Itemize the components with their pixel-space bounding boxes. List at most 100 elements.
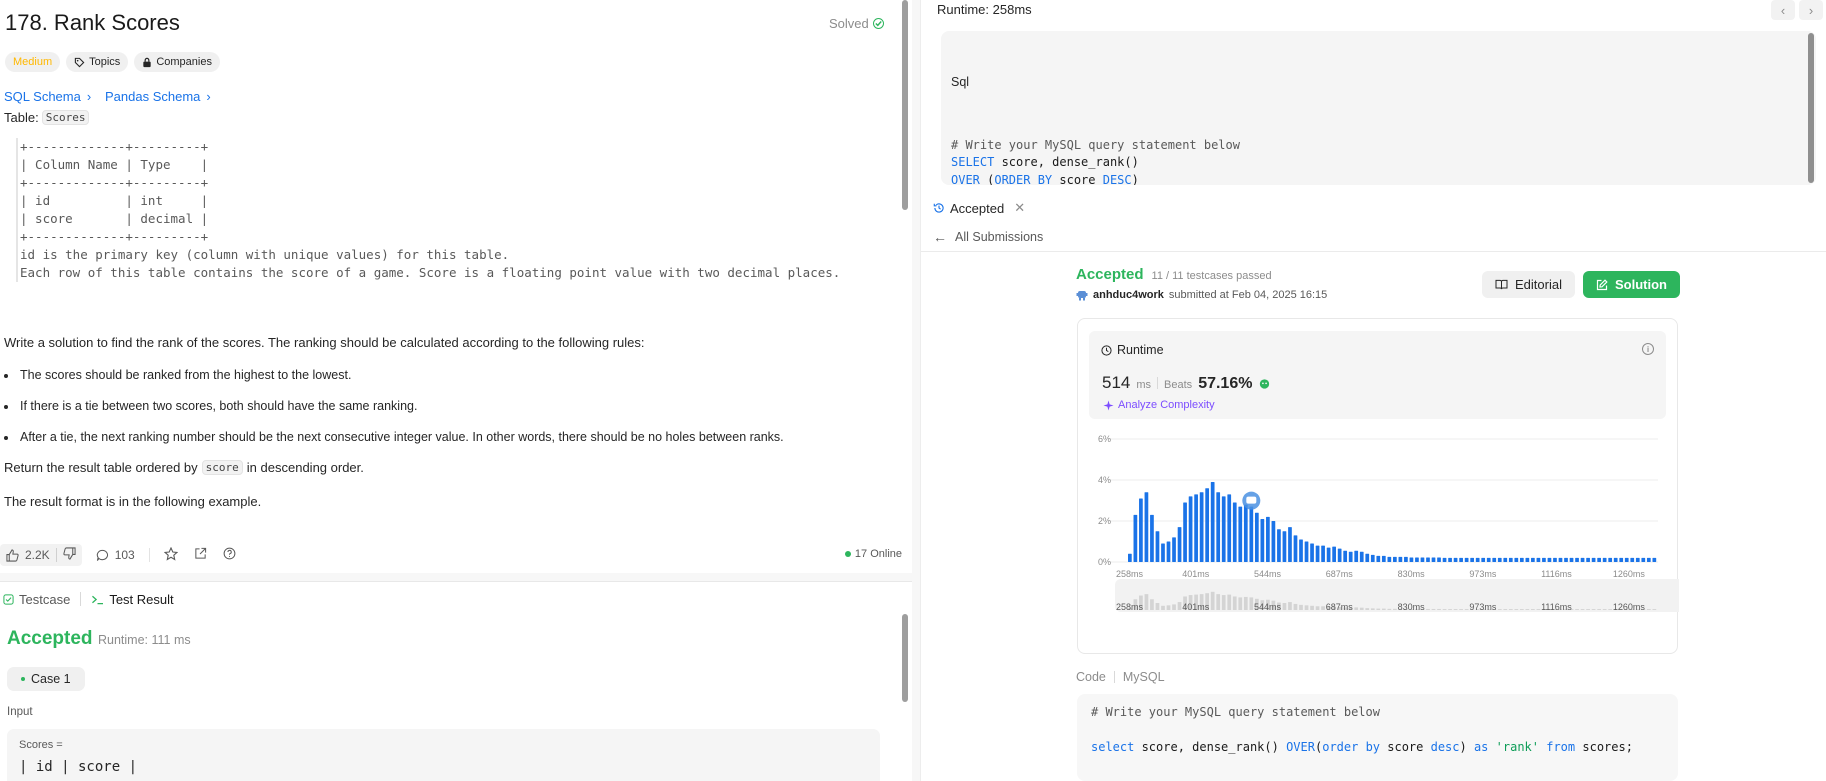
tab-testcase-label: Testcase <box>19 591 71 607</box>
navigator-bar <box>1608 609 1613 610</box>
favorite-button[interactable] <box>163 546 179 564</box>
runtime-summary[interactable]: Runtime i 514 ms Beats 57.16% Analyze Co… <box>1089 331 1666 419</box>
chart-bar <box>1426 557 1430 562</box>
info-icon[interactable]: i <box>1642 343 1654 355</box>
chart-bar <box>1553 557 1557 562</box>
solution-label: Solution <box>1615 277 1667 292</box>
history-icon <box>933 203 944 213</box>
code-token: desc <box>1430 739 1460 754</box>
navigator-bar <box>1243 596 1248 610</box>
code-token: from <box>1546 739 1576 754</box>
submission-code-block: # Write your MySQL query statement below… <box>1077 694 1678 781</box>
chart-bar <box>1271 521 1276 562</box>
editor-scrollbar[interactable] <box>1808 33 1814 183</box>
chart-bar <box>1558 557 1563 562</box>
schema-code-block: +-------------+---------+ | Column Name |… <box>16 138 840 282</box>
chart-bar <box>1613 557 1618 562</box>
code-token: # Write your MySQL query statement below <box>951 137 1240 152</box>
prev-button[interactable]: ‹ <box>1771 0 1795 20</box>
chart-bar <box>1608 557 1613 562</box>
editor-runtime-label: Runtime: 258ms <box>937 2 1032 17</box>
companies-tag[interactable]: Companies <box>134 52 220 72</box>
description-panel: 178. Rank Scores Solved Medium Topics Co… <box>0 0 912 573</box>
chart-bar <box>1299 539 1303 562</box>
sql-schema-label: SQL Schema <box>4 89 81 104</box>
navigator-bar <box>1381 608 1386 610</box>
test-panel-scrollbar[interactable] <box>902 614 908 702</box>
all-submissions-link[interactable]: ← All Submissions <box>933 229 1043 245</box>
tab-testcase[interactable]: Testcase <box>3 592 70 607</box>
case-1-button[interactable]: Case 1 <box>7 667 85 691</box>
share-icon <box>195 547 206 559</box>
chart-bar <box>1249 506 1254 562</box>
chart-bar <box>1315 545 1320 562</box>
difficulty-tag[interactable]: Medium <box>5 52 61 72</box>
navigator-bar <box>1508 609 1513 610</box>
tab-test-result[interactable]: Test Result <box>91 592 174 607</box>
schema-line: | Column Name | Type | <box>20 157 209 172</box>
help-button[interactable] <box>223 547 236 563</box>
horizontal-resize-handle[interactable] <box>0 573 912 581</box>
analyze-complexity-button[interactable]: Analyze Complexity <box>1103 399 1215 411</box>
test-panel: Testcase Test Result Accepted Runtime: 1… <box>0 581 912 781</box>
chart-bar <box>1409 557 1414 562</box>
navigator-bar <box>1591 609 1596 610</box>
navigator-bar <box>1586 609 1590 610</box>
chart-bar <box>1486 557 1491 562</box>
comments-button[interactable]: 103 <box>96 548 135 562</box>
username[interactable]: anhduc4work <box>1093 289 1164 301</box>
tab-accepted[interactable]: Accepted <box>933 201 1004 216</box>
navigator-bar <box>1227 594 1232 610</box>
navigator-bar <box>1497 609 1502 610</box>
chart-bar <box>1564 557 1568 562</box>
vertical-resize-handle[interactable] <box>912 0 920 781</box>
schema-line: +-------------+---------+ <box>20 229 209 244</box>
code-token: SELECT <box>951 155 995 169</box>
chart-bar <box>1519 557 1524 562</box>
submission-nav: ‹ › <box>1771 0 1823 20</box>
chart-bar <box>1282 531 1287 562</box>
editorial-button[interactable]: Editorial <box>1482 271 1575 298</box>
pandas-schema-label: Pandas Schema <box>105 89 201 104</box>
like-button[interactable]: 2.2K <box>6 548 50 562</box>
code-token: ) <box>1131 172 1139 186</box>
navigator-bar <box>1393 608 1397 610</box>
code-line: # Write your MySQL query statement below <box>951 137 1806 155</box>
sql-schema-link[interactable]: SQL Schema › <box>4 89 91 104</box>
pandas-schema-link[interactable]: Pandas Schema › <box>105 89 211 104</box>
chart-bar <box>1404 556 1408 562</box>
code-token: # Write your MySQL query statement below <box>1091 705 1380 719</box>
y-tick-label: 4% <box>1098 475 1111 485</box>
case-status-dot <box>21 677 25 681</box>
chart-bar <box>1531 557 1535 562</box>
close-icon[interactable]: ✕ <box>1014 200 1025 216</box>
x-tick-label: 830ms <box>1398 569 1426 579</box>
description-scrollbar[interactable] <box>902 0 908 210</box>
chart-bar <box>1348 551 1353 562</box>
chart-bar <box>1216 492 1221 562</box>
chart-bar <box>1630 557 1635 562</box>
editor-code-block[interactable]: Sql # Write your MySQL query statement b… <box>941 31 1816 185</box>
chart-bar <box>1442 557 1447 562</box>
share-button[interactable] <box>194 547 207 563</box>
chart-bar <box>1177 527 1182 562</box>
navigator-bar <box>1536 609 1541 610</box>
chart-bar <box>1602 557 1607 562</box>
code-line: OVER (ORDER BY score DESC) <box>951 172 1806 186</box>
next-button[interactable]: › <box>1799 0 1823 20</box>
topics-tag[interactable]: Topics <box>66 52 129 72</box>
chart-bar <box>1508 557 1513 562</box>
table-name: Scores <box>41 110 90 125</box>
chart-bar <box>1166 541 1171 562</box>
navigator-bar <box>1602 609 1607 610</box>
code-token: score, dense_rank() <box>994 155 1139 169</box>
navigator-tick-label: 401ms <box>1182 602 1210 612</box>
solution-button[interactable]: Solution <box>1583 271 1680 298</box>
runtime-distribution-chart[interactable]: 6% 4% 2% 0% 258ms 401ms 544ms 687ms 830ms 973ms 11… <box>1078 429 1679 654</box>
dislike-button[interactable] <box>63 547 76 563</box>
chart-bar <box>1652 557 1657 562</box>
chart-bar <box>1354 550 1359 562</box>
editor-code-lines: # Write your MySQL query statement below… <box>951 137 1806 186</box>
rule-item: After a tie, the next ranking number sho… <box>18 430 784 444</box>
